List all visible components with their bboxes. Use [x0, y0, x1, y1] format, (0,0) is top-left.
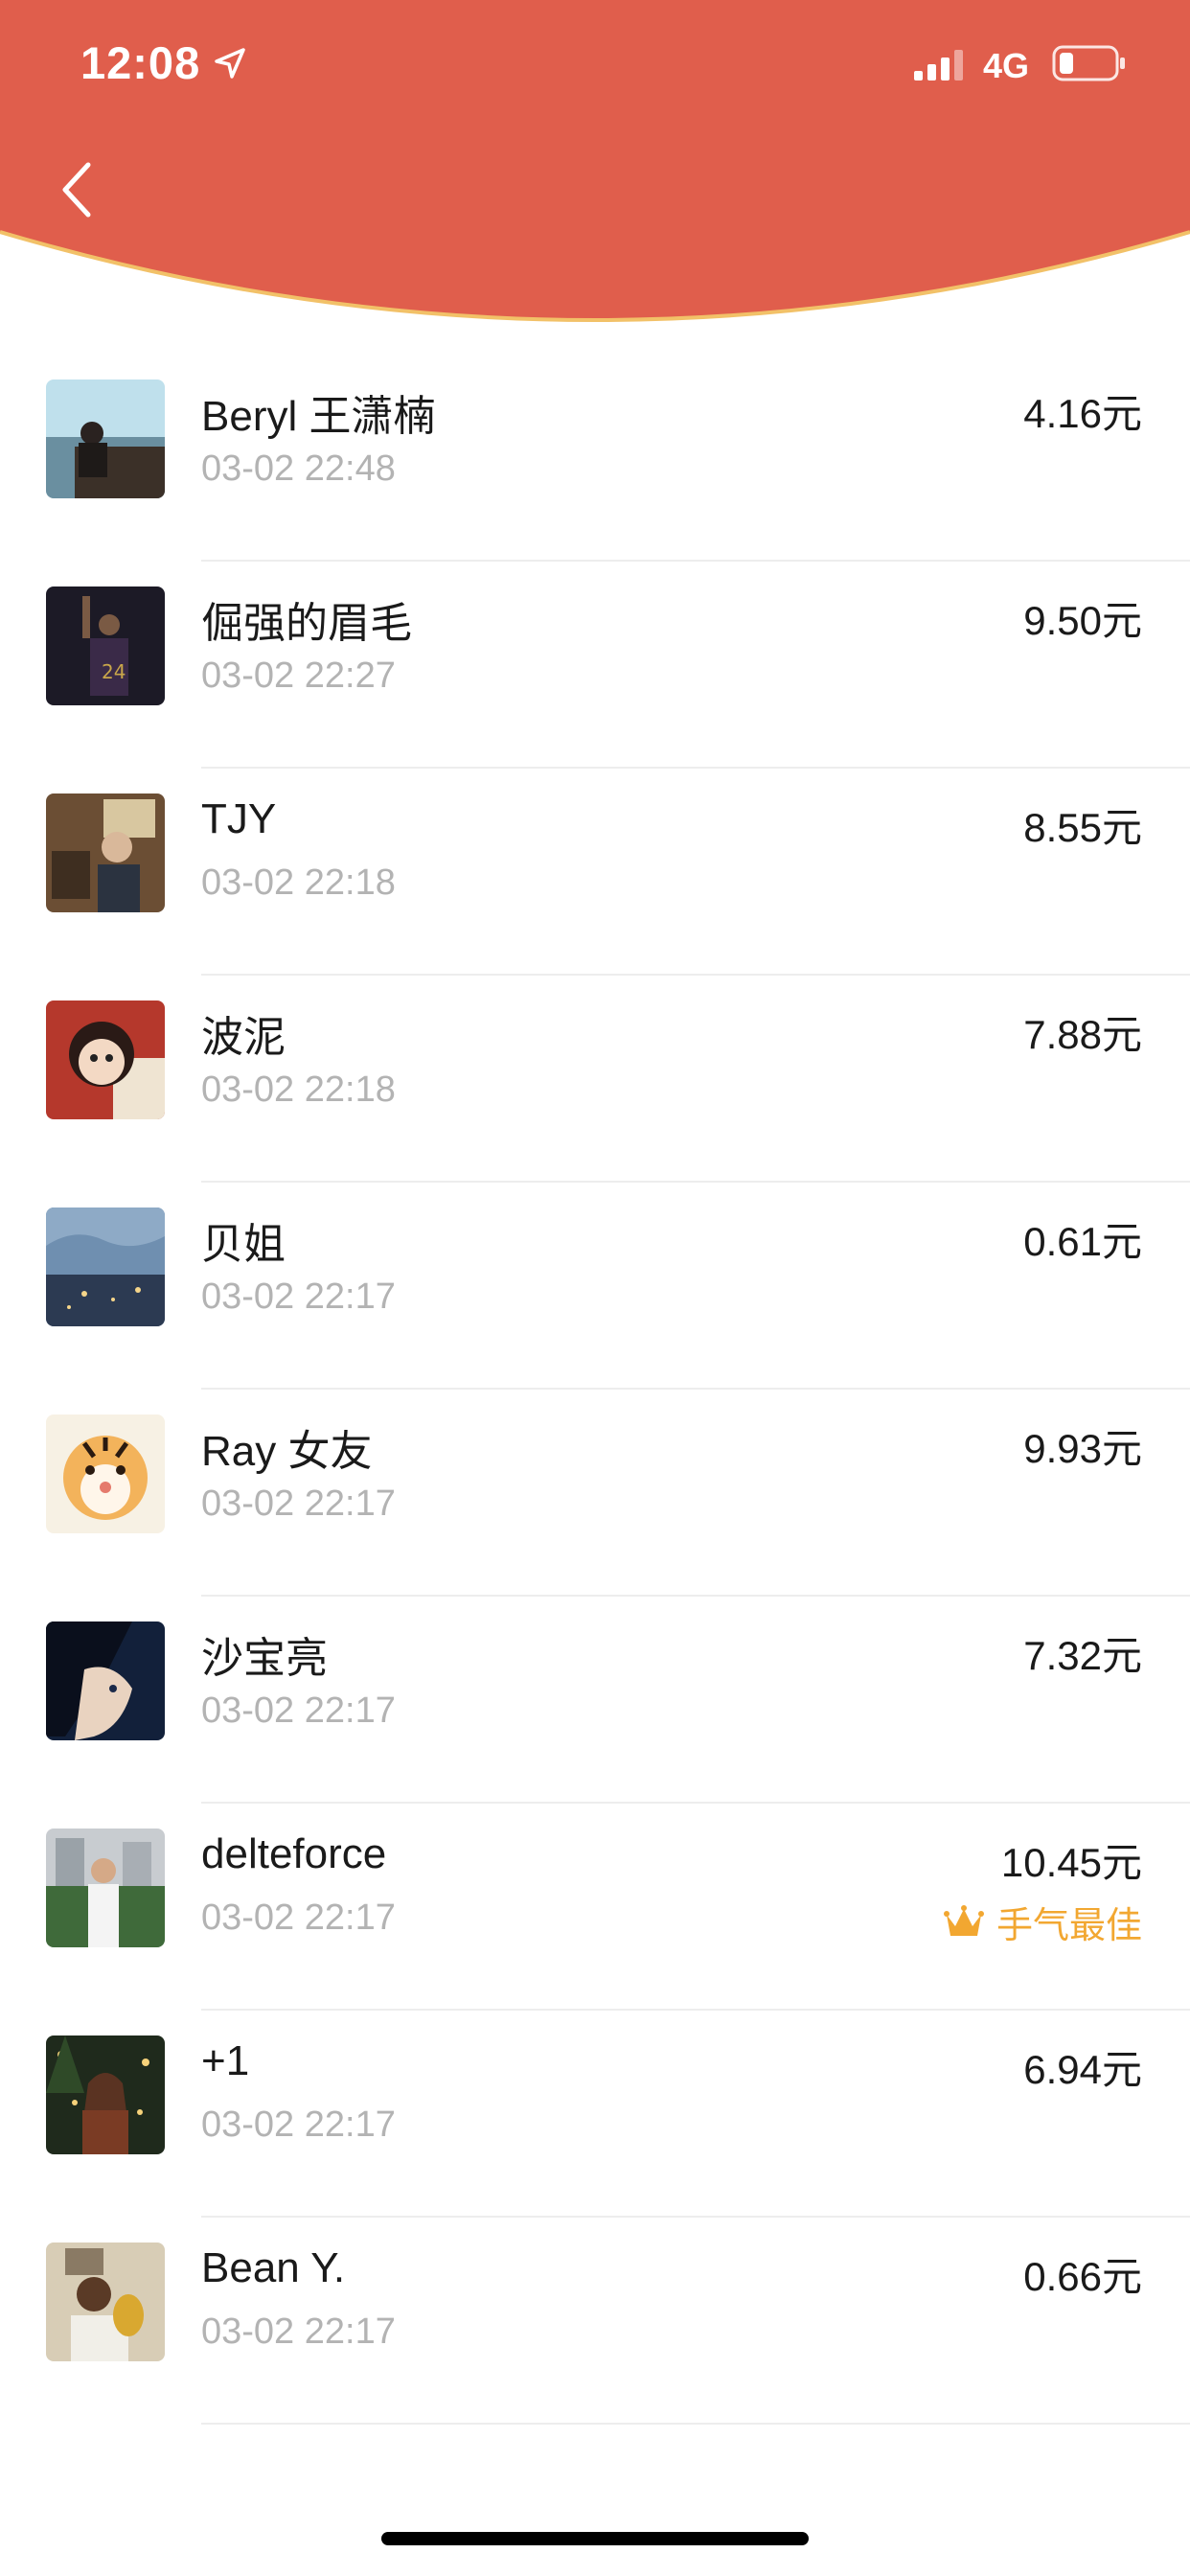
member-name: 倔强的眉毛: [201, 600, 412, 647]
claim-amount: 10.45元: [1000, 1840, 1142, 1885]
svg-text:24: 24: [102, 660, 126, 683]
claim-time: 03-02 22:17: [201, 2312, 396, 2352]
claim-amount: 7.32元: [1023, 1633, 1142, 1678]
avatar[interactable]: [46, 1828, 165, 1947]
back-button[interactable]: [48, 153, 105, 226]
list-item[interactable]: 沙宝亮 03-02 22:17 7.32元: [0, 1597, 1190, 1804]
avatar[interactable]: [46, 1622, 165, 1740]
list-item[interactable]: TJY 03-02 22:18 8.55元: [0, 769, 1190, 976]
status-bar: 12:08 4G: [0, 0, 1190, 134]
member-name: 波泥: [201, 1014, 286, 1061]
list-item[interactable]: 24 倔强的眉毛 03-02 22:27 9.50元: [0, 562, 1190, 769]
list-item[interactable]: delteforce 03-02 22:17 10.45元 手气最佳: [0, 1804, 1190, 2011]
claim-records-list: Beryl 王潇楠 03-02 22:48 4.16元 24 倔强的眉毛 03-…: [0, 355, 1190, 2425]
member-name: TJY: [201, 795, 277, 842]
member-name: delteforce: [201, 1830, 387, 1877]
list-item[interactable]: Bean Y. 03-02 22:17 0.66元: [0, 2218, 1190, 2425]
chevron-left-icon: [62, 162, 91, 218]
avatar[interactable]: [46, 1414, 165, 1533]
claim-amount: 7.88元: [1023, 1012, 1142, 1057]
claim-time: 03-02 22:17: [201, 1484, 396, 1524]
list-item[interactable]: 贝姐 03-02 22:17 0.61元: [0, 1183, 1190, 1390]
best-luck-badge: 手气最佳: [943, 1896, 1142, 1948]
avatar[interactable]: [46, 794, 165, 912]
claim-time: 03-02 22:17: [201, 1690, 396, 1731]
claim-amount: 0.66元: [1023, 2254, 1142, 2299]
list-item[interactable]: Ray 女友 03-02 22:17 9.93元: [0, 1390, 1190, 1597]
claim-time: 03-02 22:48: [201, 448, 396, 489]
best-luck-label: 手气最佳: [995, 1906, 1142, 1946]
claim-time: 03-02 22:18: [201, 862, 396, 903]
claim-time: 03-02 22:18: [201, 1070, 396, 1110]
avatar[interactable]: [46, 2242, 165, 2361]
list-item[interactable]: Beryl 王潇楠 03-02 22:48 4.16元: [0, 355, 1190, 562]
location-arrow-icon: [215, 48, 245, 79]
home-indicator[interactable]: [381, 2532, 809, 2545]
list-item[interactable]: 波泥 03-02 22:18 7.88元: [0, 976, 1190, 1183]
avatar[interactable]: [46, 380, 165, 498]
member-name: 沙宝亮: [201, 1635, 328, 1682]
claim-time: 03-02 22:17: [201, 1898, 396, 1938]
avatar[interactable]: [46, 1000, 165, 1119]
network-type-label: 4G: [983, 46, 1030, 85]
claim-amount: 8.55元: [1023, 805, 1142, 850]
claim-amount: 0.61元: [1023, 1219, 1142, 1264]
avatar[interactable]: 24: [46, 586, 165, 705]
claim-amount: 9.50元: [1023, 598, 1142, 643]
list-item[interactable]: +1 03-02 22:17 6.94元: [0, 2011, 1190, 2218]
claim-time: 03-02 22:17: [201, 2104, 396, 2145]
member-name: 贝姐: [201, 1221, 286, 1268]
claim-amount: 9.93元: [1023, 1426, 1142, 1471]
avatar[interactable]: [46, 1208, 165, 1326]
claim-amount: 4.16元: [1023, 391, 1142, 436]
cellular-signal-icon: [914, 50, 963, 80]
claim-amount: 6.94元: [1023, 2047, 1142, 2092]
avatar[interactable]: [46, 2036, 165, 2154]
claim-time: 03-02 22:17: [201, 1276, 396, 1317]
status-time: 12:08: [80, 37, 201, 88]
crown-icon: [943, 1904, 984, 1936]
member-name: Ray 女友: [201, 1428, 373, 1475]
battery-icon: [1052, 45, 1125, 81]
member-name: Bean Y.: [201, 2244, 346, 2291]
divider: [201, 2423, 1190, 2425]
member-name: Beryl 王潇楠: [201, 393, 436, 440]
claim-time: 03-02 22:27: [201, 656, 396, 696]
member-name: +1: [201, 2037, 250, 2084]
